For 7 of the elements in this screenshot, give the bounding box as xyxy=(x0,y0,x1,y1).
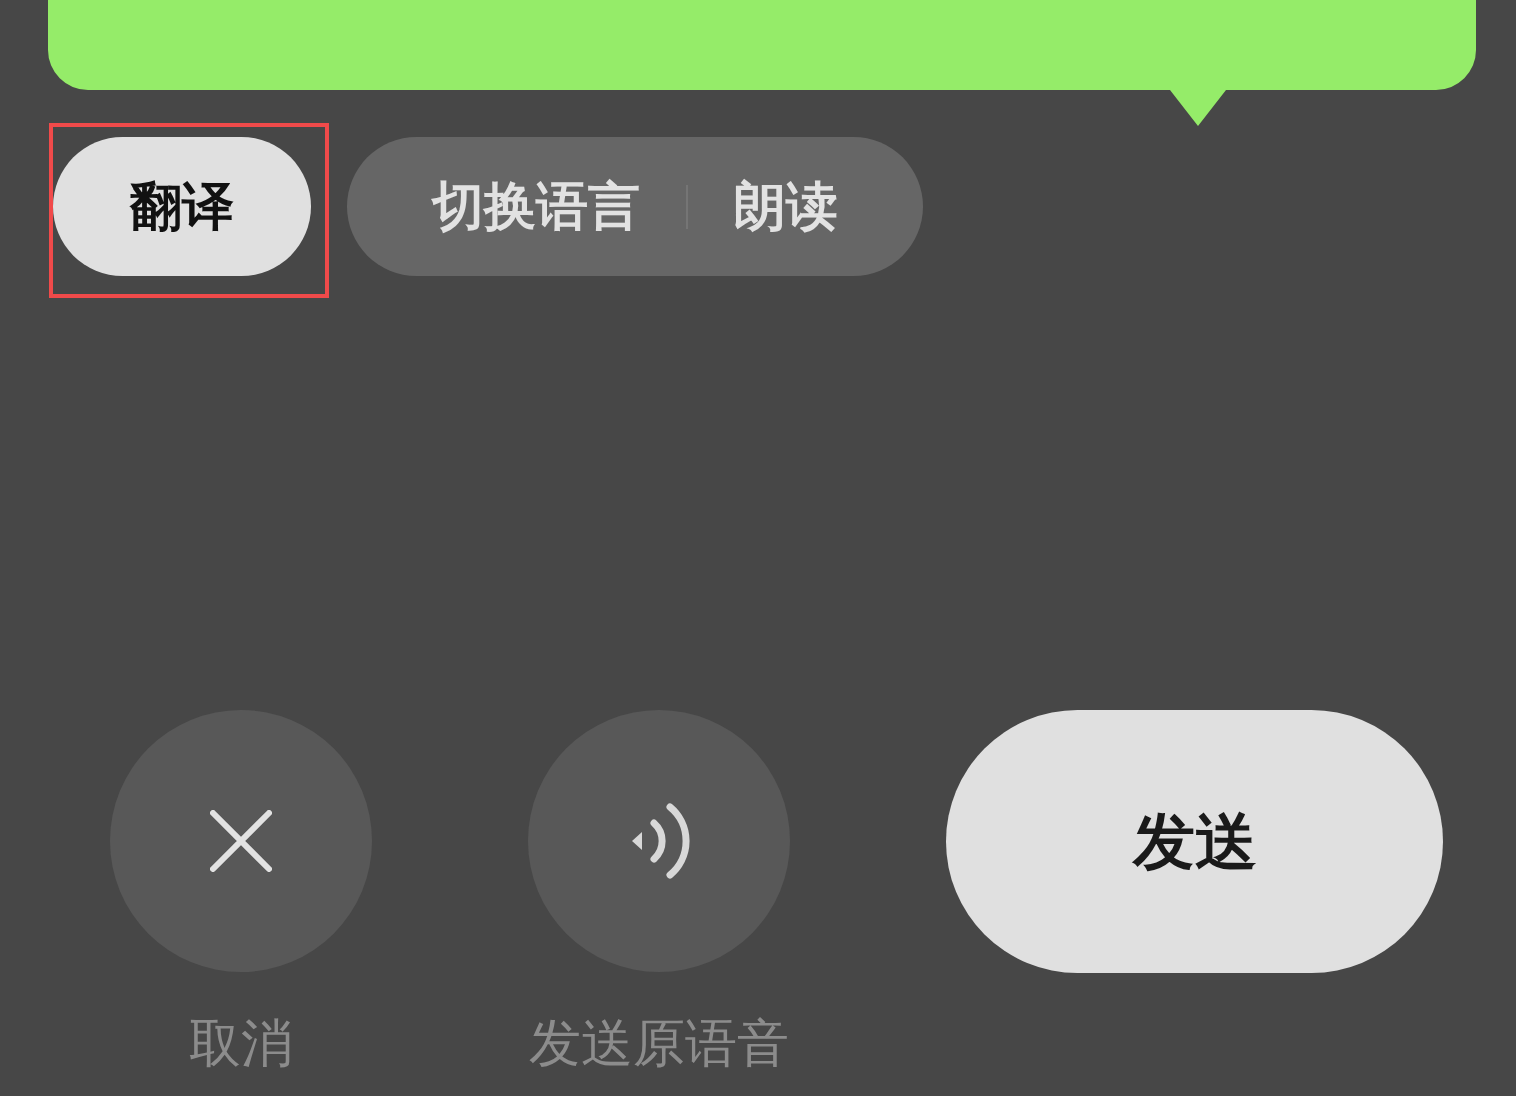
action-button[interactable]: 切换语言 xyxy=(432,171,640,242)
close-icon xyxy=(210,810,272,872)
button-label: 取消 xyxy=(189,1012,293,1075)
translate-button[interactable]: 翻译 xyxy=(53,137,311,276)
send-button[interactable]: 发送 xyxy=(946,710,1443,973)
action-button[interactable]: 朗读 xyxy=(734,171,838,242)
button-label: 发送原语音 xyxy=(529,1012,789,1075)
